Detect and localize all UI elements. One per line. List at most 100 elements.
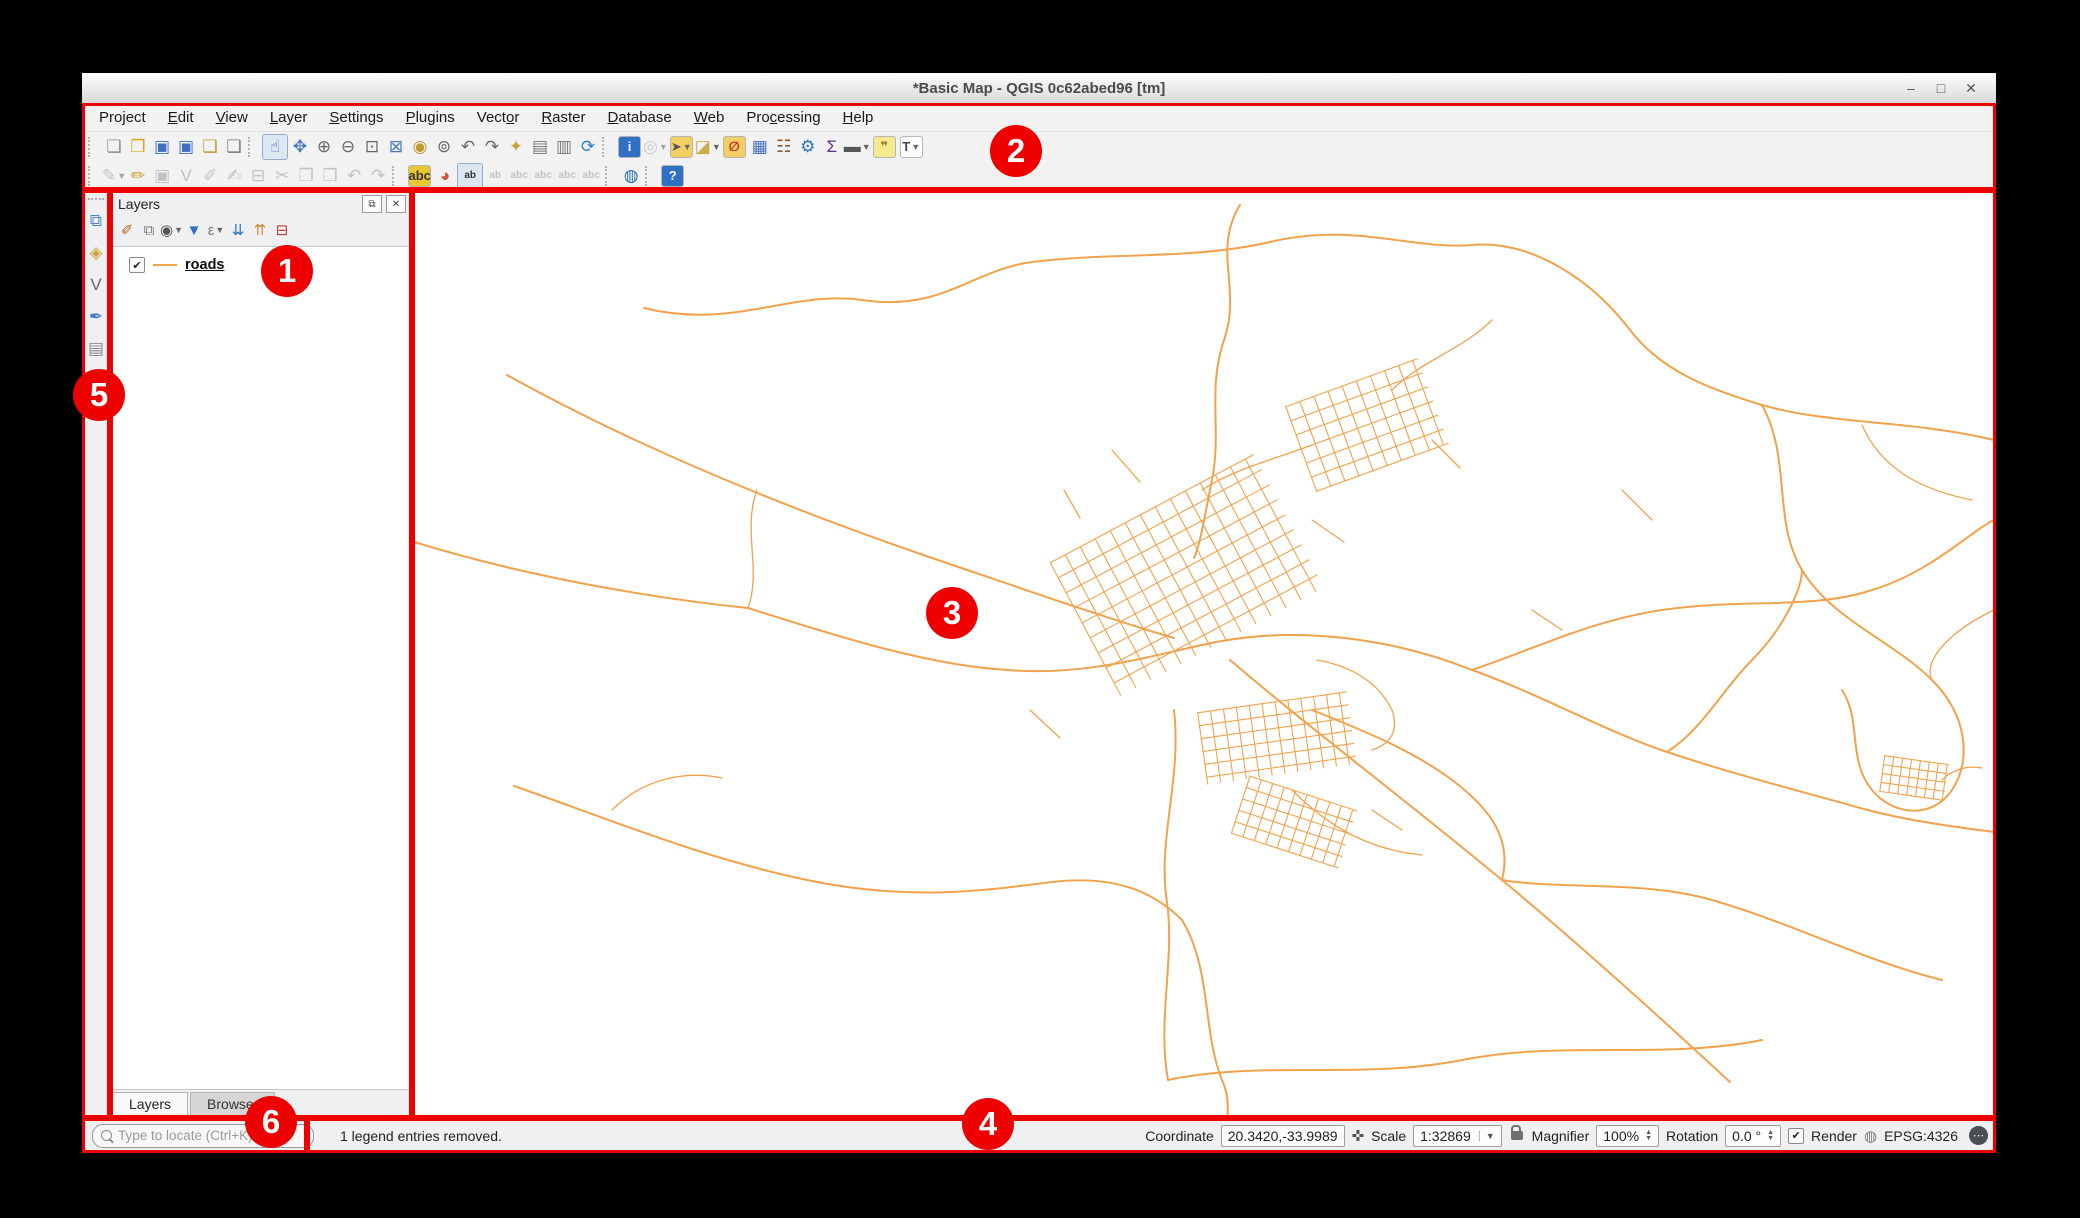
metasearch-icon[interactable]: ◍ [619, 164, 643, 188]
zoom-native-resolution-icon[interactable]: ⊡ [360, 135, 384, 159]
layer-visibility-checkbox[interactable] [129, 257, 145, 273]
zoom-next-icon[interactable]: ↷ [480, 135, 504, 159]
deselect-features-icon[interactable]: ∅ [723, 136, 746, 158]
layer-tree[interactable]: roads [112, 246, 410, 1090]
dropdown-arrow-icon[interactable]: ▼ [862, 142, 871, 152]
toolbar-drag-handle[interactable] [602, 137, 612, 157]
menu-vector[interactable]: Vector [466, 106, 531, 129]
show-spatial-bookmarks-icon[interactable]: ▤ [528, 135, 552, 159]
rotation-spinner[interactable]: ▲▼ [1767, 1130, 1774, 1142]
toolbar-drag-handle[interactable] [248, 137, 258, 157]
tab-browser[interactable]: Browser [190, 1092, 275, 1116]
refresh-icon[interactable]: ⟳ [576, 135, 600, 159]
text-annotation-icon[interactable]: T▼ [900, 136, 923, 158]
zoom-in-icon[interactable]: ⊕ [312, 135, 336, 159]
menu-raster[interactable]: Raster [530, 106, 596, 129]
dropdown-arrow-icon[interactable]: ▼ [712, 142, 721, 152]
magnifier-input[interactable]: 100%▲▼ [1596, 1125, 1659, 1147]
magnifier-spinner[interactable]: ▲▼ [1645, 1130, 1652, 1142]
dropdown-arrow-icon[interactable]: ▼ [659, 142, 668, 152]
new-geopackage-layer-icon[interactable]: ◈ [84, 240, 108, 264]
render-checkbox[interactable] [1788, 1128, 1804, 1144]
save-project-icon[interactable]: ▣ [150, 135, 174, 159]
processing-toolbox-icon[interactable]: ⚙ [796, 135, 820, 159]
select-features-icon[interactable]: ➤▼ [670, 136, 693, 158]
toolbar-drag-handle[interactable] [88, 166, 98, 186]
filter-legend-icon[interactable]: ▼ [183, 219, 205, 241]
menu-web[interactable]: Web [683, 106, 736, 129]
manage-map-themes-icon[interactable]: ◉▼ [160, 219, 183, 241]
zoom-out-icon[interactable]: ⊖ [336, 135, 360, 159]
open-layer-styling-icon[interactable]: ✐ [116, 219, 138, 241]
menu-settings[interactable]: Settings [318, 106, 394, 129]
toolbar-drag-handle[interactable] [88, 137, 98, 157]
zoom-last-icon[interactable]: ↶ [456, 135, 480, 159]
title-bar[interactable]: *Basic Map - QGIS 0c62abed96 [tm] –□✕ [82, 73, 1996, 104]
help-contents-icon[interactable]: ? [661, 165, 684, 187]
toolbar-drag-handle[interactable] [645, 166, 655, 186]
new-shapefile-layer-icon[interactable]: V [84, 272, 108, 296]
new-spatialite-layer-icon[interactable]: ✒ [84, 304, 108, 328]
dropdown-arrow-icon[interactable]: ▼ [215, 225, 224, 235]
open-project-icon[interactable]: ❒ [126, 135, 150, 159]
collapse-all-icon[interactable]: ⇈ [249, 219, 271, 241]
select-features-by-value-icon[interactable]: ◪▼ [695, 135, 721, 159]
zoom-full-icon[interactable]: ⊠ [384, 135, 408, 159]
dropdown-arrow-icon[interactable]: ▼ [683, 142, 692, 152]
new-print-layout-icon[interactable]: ❏ [198, 135, 222, 159]
rotation-input[interactable]: 0.0 °▲▼ [1725, 1125, 1781, 1147]
remove-layer-icon[interactable]: ⊟ [271, 219, 293, 241]
expand-all-icon[interactable]: ⇊ [227, 219, 249, 241]
menu-edit[interactable]: Edit [157, 106, 205, 129]
new-spatial-bookmark-icon[interactable]: ✦ [504, 135, 528, 159]
toggle-editing-icon[interactable]: ✏ [126, 164, 150, 188]
new-project-icon[interactable]: ❏ [102, 135, 126, 159]
lock-scale-icon[interactable] [1511, 1131, 1523, 1140]
open-attribute-table-icon[interactable]: ▦ [748, 135, 772, 159]
filter-by-expression-icon[interactable]: ε▼ [205, 219, 227, 241]
menu-database[interactable]: Database [597, 106, 683, 129]
measure-line-icon[interactable]: ▬▼ [844, 135, 871, 159]
float-panel-button[interactable]: ⧉ [362, 195, 382, 213]
identify-features-icon[interactable]: i [618, 136, 641, 158]
close-panel-button[interactable]: ✕ [386, 195, 406, 213]
map-canvas[interactable] [412, 190, 1996, 1118]
show-layout-manager-icon[interactable]: ❏ [222, 135, 246, 159]
menu-layer[interactable]: Layer [259, 106, 319, 129]
chevron-down-icon[interactable]: ▼ [1479, 1131, 1495, 1141]
close-button[interactable]: ✕ [1956, 80, 1986, 97]
pan-map-icon[interactable]: ☝ [262, 134, 288, 160]
locate-search-input[interactable]: Type to locate (Ctrl+K) [92, 1124, 314, 1148]
messages-icon[interactable]: ⋯ [1969, 1126, 1988, 1145]
toolbar-drag-handle[interactable] [605, 166, 615, 186]
menu-processing[interactable]: Processing [735, 106, 831, 129]
data-source-manager-icon[interactable]: ⧉ [84, 208, 108, 232]
zoom-to-layer-icon[interactable]: ⊚ [432, 135, 456, 159]
toolbar-drag-handle[interactable] [392, 166, 402, 186]
layer-name[interactable]: roads [185, 257, 225, 273]
map-tips-icon[interactable]: ❞ [873, 136, 896, 158]
menu-view[interactable]: View [205, 106, 259, 129]
maximize-button[interactable]: □ [1926, 80, 1956, 96]
tab-layers[interactable]: Layers [112, 1092, 188, 1116]
highlight-pinned-labels-icon[interactable]: ab [457, 163, 483, 189]
zoom-to-selection-icon[interactable]: ◉ [408, 135, 432, 159]
add-group-icon[interactable]: ⧉ [138, 219, 160, 241]
layer-item-roads[interactable]: roads [113, 247, 409, 273]
scale-combobox[interactable]: 1:32869▼ [1413, 1125, 1502, 1147]
coordinate-input[interactable]: 20.3420,-33.9989 [1221, 1125, 1345, 1147]
minimize-button[interactable]: – [1896, 80, 1926, 96]
layer-labeling-icon[interactable]: abc [408, 165, 431, 187]
pan-map-to-selection-icon[interactable]: ✥ [288, 135, 312, 159]
open-field-calculator-icon[interactable]: ☷ [772, 135, 796, 159]
dropdown-arrow-icon[interactable]: ▼ [911, 142, 920, 152]
menu-plugins[interactable]: Plugins [395, 106, 466, 129]
dropdown-arrow-icon[interactable]: ▼ [117, 171, 126, 181]
dropdown-arrow-icon[interactable]: ▼ [174, 225, 183, 235]
layer-diagram-icon[interactable]: ◕ [433, 164, 457, 188]
toggle-extents-icon[interactable]: ✜ [1352, 1127, 1365, 1145]
menu-help[interactable]: Help [832, 106, 885, 129]
menu-project[interactable]: Project [88, 106, 157, 129]
epsg-button[interactable]: EPSG:4326 [1884, 1128, 1958, 1144]
toolbar-drag-handle[interactable] [88, 198, 104, 200]
